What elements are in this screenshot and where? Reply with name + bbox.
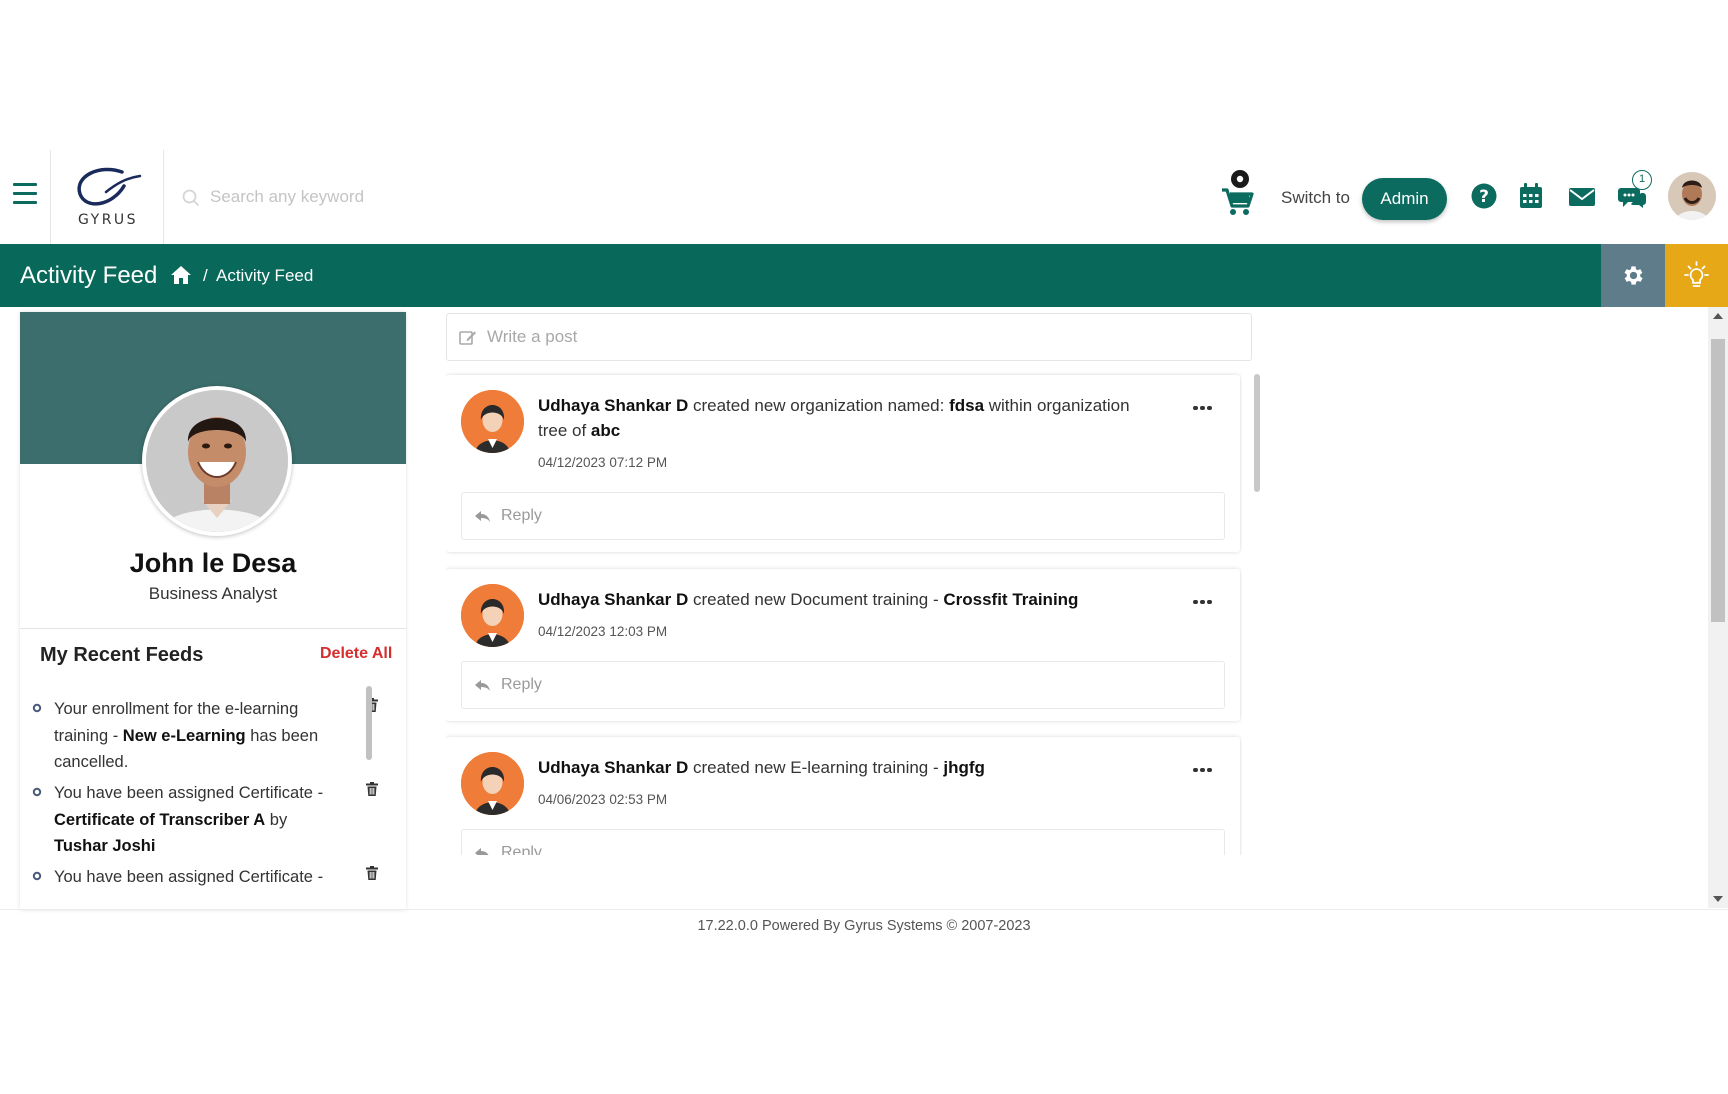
post-avatar xyxy=(461,390,524,453)
write-post-input[interactable]: Write a post xyxy=(446,313,1252,361)
feed-post: Udhaya Shankar D created new Document tr… xyxy=(446,569,1240,721)
footer-text: 17.22.0.0 Powered By Gyrus Systems © 200… xyxy=(697,918,1031,934)
delete-all-button[interactable]: Delete All xyxy=(320,645,392,663)
reply-label: Reply xyxy=(501,507,542,524)
post-avatar xyxy=(461,752,524,815)
recent-feeds-list: Your enrollment for the e-learning train… xyxy=(20,684,406,910)
feed-text: by xyxy=(265,810,288,829)
bullet-icon xyxy=(32,871,42,881)
chat-badge: 1 xyxy=(1632,170,1652,190)
post-text: Udhaya Shankar D created new organizatio… xyxy=(538,393,1138,443)
post-author[interactable]: Udhaya Shankar D xyxy=(538,396,688,415)
svg-text:?: ? xyxy=(1479,187,1489,207)
logo-text: GYRUS xyxy=(78,212,139,228)
header-divider xyxy=(50,150,51,244)
reply-box[interactable]: Reply xyxy=(461,829,1225,855)
more-options-icon[interactable] xyxy=(1193,759,1217,772)
profile-photo xyxy=(142,386,292,536)
reply-label: Reply xyxy=(501,844,542,855)
help-icon[interactable]: ? xyxy=(1470,182,1498,210)
breadcrumb-separator: / xyxy=(203,266,208,285)
reply-icon xyxy=(475,680,490,691)
post-action: created new Document training - xyxy=(688,590,944,609)
trash-icon[interactable] xyxy=(366,782,378,796)
top-header: GYRUS Switch to Admin ? xyxy=(0,150,1728,244)
reply-icon xyxy=(475,511,490,522)
feed-text: You have been assigned Certificate - xyxy=(54,868,324,886)
post-subject: Crossfit Training xyxy=(943,590,1079,609)
lightbulb-button[interactable] xyxy=(1665,244,1728,307)
lightbulb-icon xyxy=(1684,261,1709,287)
feed-bold: New e-Learning xyxy=(122,726,246,745)
bullet-icon xyxy=(32,703,42,713)
search-input[interactable] xyxy=(210,185,630,209)
post-timestamp: 04/12/2023 12:03 PM xyxy=(538,624,668,639)
post-action: created new E-learning training - xyxy=(688,758,944,777)
post-subject: abc xyxy=(590,421,621,440)
scroll-down-arrow[interactable] xyxy=(1713,896,1723,902)
reply-label: Reply xyxy=(501,676,542,693)
profile-role: Business Analyst xyxy=(148,584,278,603)
edit-icon xyxy=(459,331,476,345)
menu-icon[interactable] xyxy=(13,183,37,205)
reply-box[interactable]: Reply xyxy=(461,661,1225,709)
profile-name: John le Desa xyxy=(129,548,297,578)
header-divider xyxy=(163,150,164,244)
post-timestamp: 04/06/2023 02:53 PM xyxy=(538,792,668,807)
calendar-icon[interactable] xyxy=(1518,182,1546,210)
page-scroll-thumb[interactable] xyxy=(1711,339,1725,622)
feed-post: Udhaya Shankar D created new organizatio… xyxy=(446,375,1240,552)
post-subject: jhgfg xyxy=(943,758,985,777)
page-navbar: Activity Feed / Activity Feed xyxy=(0,244,1728,307)
reply-box[interactable]: Reply xyxy=(461,492,1225,540)
settings-button[interactable] xyxy=(1601,244,1665,307)
post-author[interactable]: Udhaya Shankar D xyxy=(538,758,688,777)
reply-icon xyxy=(475,848,489,855)
cart-icon[interactable] xyxy=(1218,168,1258,218)
post-author[interactable]: Udhaya Shankar D xyxy=(538,590,688,609)
post-text: Udhaya Shankar D created new Document tr… xyxy=(538,587,1138,612)
switch-to-label: Switch to xyxy=(1281,188,1350,207)
search-icon xyxy=(182,189,200,207)
mail-icon[interactable] xyxy=(1568,182,1596,210)
feed-scrollbar[interactable] xyxy=(1254,374,1260,492)
search-bar[interactable] xyxy=(182,185,642,209)
write-post-placeholder: Write a post xyxy=(487,327,578,346)
feed-text: You have been assigned Certificate - xyxy=(54,784,324,802)
trash-icon[interactable] xyxy=(366,866,378,880)
post-timestamp: 04/12/2023 07:12 PM xyxy=(538,455,668,470)
feed-post: Udhaya Shankar D created new E-learning … xyxy=(446,737,1240,855)
home-icon[interactable] xyxy=(170,265,192,285)
profile-card: John le Desa Business Analyst My Recent … xyxy=(20,312,406,910)
post-subject: fdsa xyxy=(949,396,985,415)
post-action: created new organization named: xyxy=(688,396,950,415)
admin-switch-button[interactable]: Admin xyxy=(1362,178,1447,220)
feed-bold: Tushar Joshi xyxy=(54,837,156,855)
more-options-icon[interactable] xyxy=(1193,591,1217,604)
recent-feeds-scrollbar[interactable] xyxy=(366,686,372,760)
page-scrollbar[interactable] xyxy=(1708,307,1728,908)
settings-icon xyxy=(1624,266,1643,285)
post-text: Udhaya Shankar D created new E-learning … xyxy=(538,755,1138,780)
profile-divider xyxy=(20,628,406,629)
feed-bold: Certificate of Transcriber A xyxy=(54,810,266,829)
recent-feeds-title: My Recent Feeds xyxy=(40,644,204,666)
breadcrumb-current: Activity Feed xyxy=(216,266,314,285)
post-avatar xyxy=(461,584,524,647)
footer-divider xyxy=(0,909,1728,910)
user-avatar[interactable] xyxy=(1668,172,1716,220)
page-title: Activity Feed xyxy=(20,262,158,289)
scroll-up-arrow[interactable] xyxy=(1713,313,1723,319)
bullet-icon xyxy=(32,787,42,797)
activity-feed-list: Udhaya Shankar D created new organizatio… xyxy=(446,372,1242,855)
more-options-icon[interactable] xyxy=(1193,397,1217,410)
